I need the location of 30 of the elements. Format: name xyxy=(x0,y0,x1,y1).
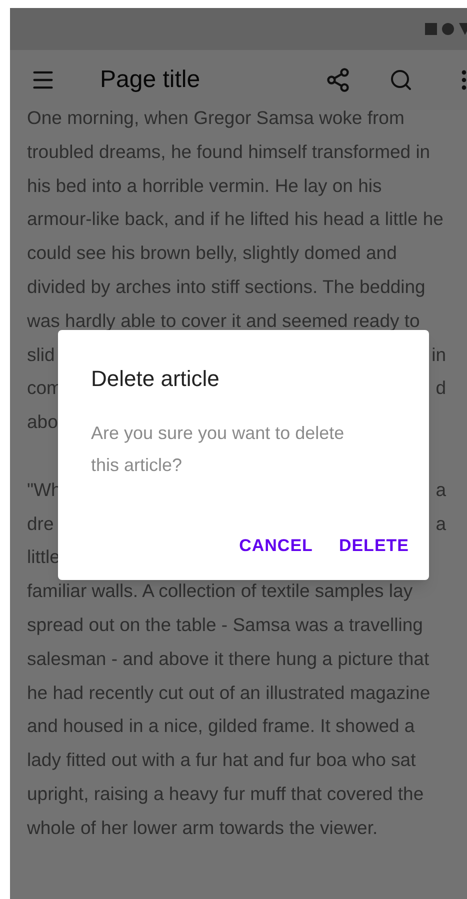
article-text: lady fitted out with a fur hat and fur boa who sat xyxy=(27,748,416,772)
dialog-title: Delete article xyxy=(91,365,220,393)
dialog-message: Are you sure you want to delete this article? xyxy=(91,422,346,477)
article-text: was hardly able to cover it and seemed ready to xyxy=(27,308,420,333)
page-title: Page title xyxy=(100,65,200,95)
article-text: troubled dreams, he found himself transformed in xyxy=(27,140,430,164)
confirm-button[interactable]: DELETE xyxy=(330,524,417,566)
article-text: divided by arches into stiff sections. The bedding xyxy=(27,275,426,299)
article-text: in xyxy=(432,342,447,367)
article-text: upright, raising a heavy fur muff that covered the xyxy=(27,782,424,806)
article-text: whole of her lower arm towards the viewer. xyxy=(27,816,378,840)
article-text: little xyxy=(27,545,60,570)
article-text: salesman - and above it there hung a picture that xyxy=(27,646,430,671)
article-text: and housed in a nice, gilded frame. It showed a xyxy=(27,714,415,738)
share-icon[interactable] xyxy=(325,67,351,93)
article-text: familiar walls. A collection of textile samples lay xyxy=(27,579,413,604)
article-text: d xyxy=(436,376,447,400)
article-text: One morning, when Gregor Samsa woke from xyxy=(27,110,404,130)
article-text: armour-like back, and if he lifted his head a little he xyxy=(27,207,444,232)
article-text: spread out on the table - Samsa was a travelling xyxy=(27,612,423,637)
article-text: his bed into a horrible vermin. He lay on his xyxy=(27,174,382,198)
article-text: could see his brown belly, slightly domed and xyxy=(27,241,397,266)
article-text: a xyxy=(436,478,447,502)
article-text: a xyxy=(436,512,447,536)
article-text: abo xyxy=(27,410,58,434)
article-text: dre xyxy=(27,512,54,536)
article-text: slid xyxy=(27,342,55,367)
article-text: he had recently cut out of an illustrated magazine xyxy=(27,680,430,705)
cancel-button[interactable]: CANCEL xyxy=(231,524,321,566)
search-icon[interactable] xyxy=(389,68,413,92)
